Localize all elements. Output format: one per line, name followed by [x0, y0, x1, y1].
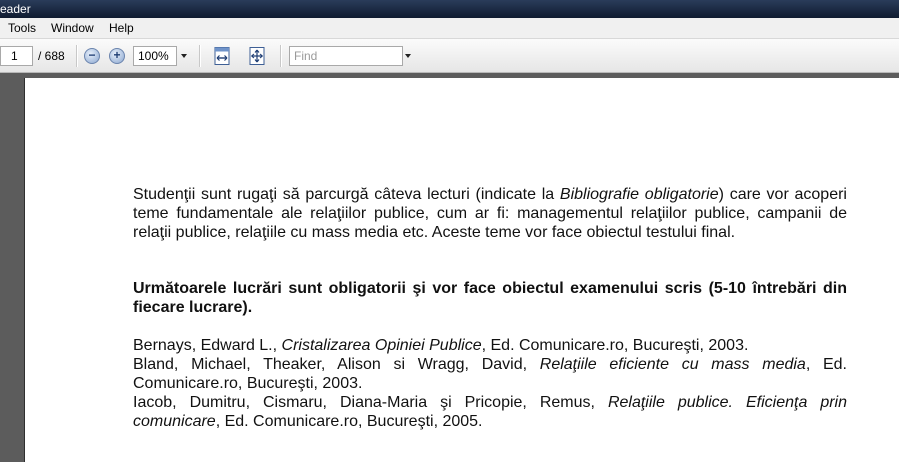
zoom-in-icon: + [113, 48, 121, 62]
menu-help[interactable]: Help [109, 18, 134, 39]
page-total: / 688 [38, 49, 65, 63]
reference-item: Bland, Michael, Theaker, Alison si Wragg… [133, 355, 847, 393]
required-readings-heading: Următoarele lucrări sunt obligatorii şi … [133, 280, 847, 316]
toolbar-separator [280, 45, 282, 67]
reference-item: Iacob, Dumitru, Cismaru, Diana-Maria şi … [133, 393, 847, 431]
document-viewport[interactable]: Studenţii sunt rugaţi să parcurgă câteva… [0, 73, 899, 462]
fit-width-button[interactable] [212, 46, 232, 66]
intro-italic-term: Bibliografie obligatorie [559, 186, 719, 203]
reference-publisher: , Ed. Comunicare.ro, Bucureşti, 2005. [215, 413, 483, 430]
zoom-out-icon: − [88, 48, 96, 62]
reference-title: Cristalizarea Opiniei Publice [281, 337, 482, 354]
zoom-level-select[interactable]: 100% [133, 46, 177, 66]
menu-tools[interactable]: Tools [8, 18, 36, 39]
toolbar: / 688 − + 100% [0, 39, 899, 73]
zoom-out-button[interactable]: − [84, 48, 100, 64]
document-content: Studenţii sunt rugaţi să parcurgă câteva… [133, 185, 847, 431]
document-page: Studenţii sunt rugaţi să parcurgă câteva… [24, 78, 899, 462]
fit-page-icon [249, 47, 265, 65]
find-input[interactable] [289, 46, 403, 66]
intro-paragraph: Studenţii sunt rugaţi să parcurgă câteva… [133, 185, 847, 242]
zoom-level-value: 100% [138, 49, 169, 63]
reference-authors: Bernays, Edward L., [133, 337, 282, 354]
menu-window[interactable]: Window [51, 18, 94, 39]
fit-width-icon [214, 47, 230, 65]
fit-page-button[interactable] [247, 46, 267, 66]
window-titlebar: eader [0, 0, 899, 18]
intro-text-start: Studenţii sunt rugaţi să parcurgă câteva… [133, 186, 560, 203]
page-number-input[interactable] [0, 46, 33, 66]
reference-authors: Bland, Michael, Theaker, Alison si Wragg… [133, 356, 540, 373]
reference-authors: Iacob, Dumitru, Cismaru, Diana-Maria şi … [133, 394, 608, 411]
reference-title: Relaţiile eficiente cu mass media [539, 356, 806, 373]
zoom-in-button[interactable]: + [109, 48, 125, 64]
dropdown-arrow-icon[interactable] [181, 54, 187, 58]
menu-bar: Tools Window Help [0, 18, 899, 39]
find-options-arrow-icon[interactable] [405, 54, 411, 58]
window-title: eader [0, 2, 31, 16]
toolbar-separator [76, 45, 78, 67]
toolbar-separator [199, 45, 201, 67]
reference-publisher: , Ed. Comunicare.ro, Bucureşti, 2003. [481, 337, 749, 354]
reference-item: Bernays, Edward L., Cristalizarea Opinie… [133, 336, 847, 355]
